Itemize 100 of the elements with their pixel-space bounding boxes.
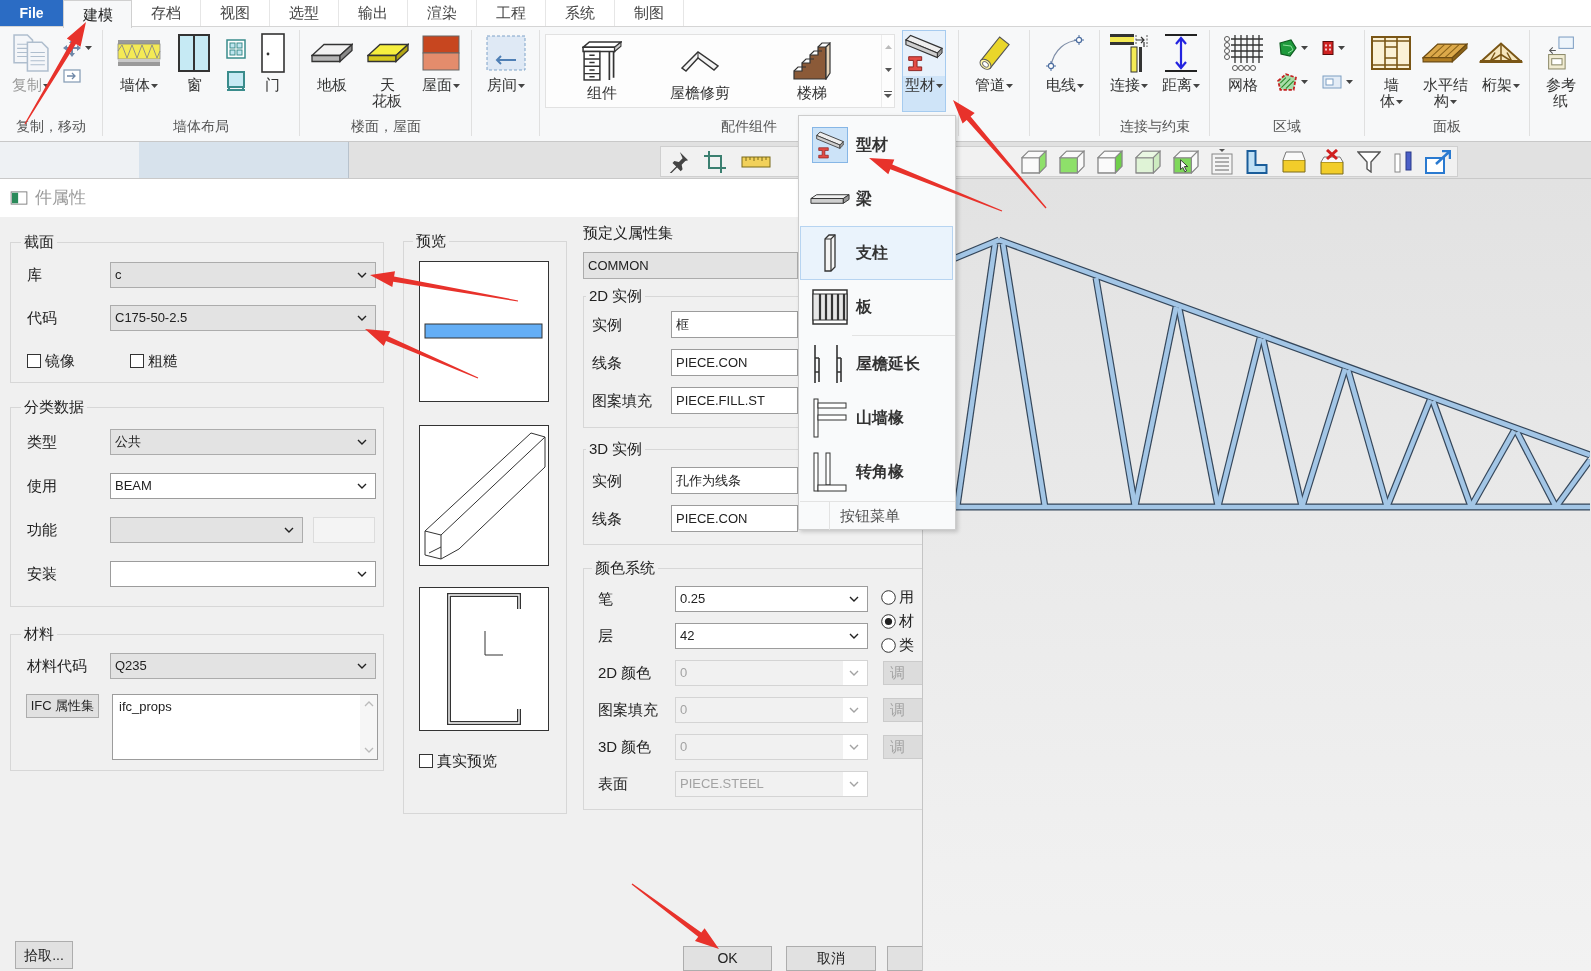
ribbon-button[interactable]: 墙体 <box>1368 30 1414 112</box>
list-icon[interactable] <box>1211 148 1233 175</box>
group-title: 2D 实例 <box>588 287 644 305</box>
radio-label: 材 <box>899 612 914 630</box>
checkbox[interactable] <box>130 353 144 368</box>
menu-item[interactable]: 山墙椽 <box>800 391 953 445</box>
dropdown-field[interactable] <box>110 517 303 543</box>
ribbon-button[interactable]: 天花板 <box>363 30 412 112</box>
dialog-button[interactable]: 取消 <box>786 946 876 971</box>
filter-icon[interactable] <box>1357 150 1381 173</box>
checkbox[interactable] <box>419 754 433 768</box>
scroll-down-button[interactable] <box>882 65 894 74</box>
scroll-down-icon <box>363 747 374 753</box>
tool-button[interactable] <box>1276 72 1309 92</box>
slab-icon <box>366 43 409 63</box>
chevron-down-icon <box>357 571 367 577</box>
chevron-down-icon <box>849 744 859 750</box>
ribbon-button[interactable]: 管道 <box>972 30 1016 96</box>
scroll-up-icon <box>363 701 374 707</box>
text-area[interactable]: ifc_props <box>112 694 378 760</box>
ribbon-button[interactable]: 桁架 <box>1476 30 1526 96</box>
hatched-area-icon <box>1277 73 1297 91</box>
expand-icon <box>884 90 892 98</box>
tool-button[interactable] <box>1276 38 1309 58</box>
ribbon-button[interactable]: 连接 <box>1106 30 1153 96</box>
l-shape-icon[interactable] <box>1245 149 1269 174</box>
cabinet-icon <box>582 41 622 81</box>
delete-box-icon[interactable] <box>1319 148 1345 175</box>
cube-cursor-icon[interactable] <box>1173 149 1199 174</box>
menu-item[interactable]: 型材 <box>800 118 953 172</box>
field-label: 库 <box>27 266 43 284</box>
dropdown-field[interactable]: C175-50-2.5 <box>110 305 376 331</box>
cube-icon[interactable] <box>1059 149 1085 174</box>
field-label: 材料代码 <box>27 657 88 675</box>
columns-icon[interactable] <box>1393 150 1413 173</box>
dropdown-field[interactable]: 0.25 <box>675 586 868 612</box>
radio-button[interactable] <box>881 613 896 629</box>
ribbon-button[interactable]: 地板 <box>307 30 356 96</box>
cube-icon[interactable] <box>1097 149 1123 174</box>
dropdown-field[interactable]: Q235 <box>110 653 376 679</box>
radio-button[interactable] <box>881 589 896 605</box>
text-field[interactable]: PIECE.CON <box>671 505 798 532</box>
ribbon-button[interactable]: 电线 <box>1042 30 1087 96</box>
menu-item[interactable]: 支柱 <box>800 226 953 280</box>
menu-item[interactable]: 屋檐延长 <box>800 337 953 391</box>
field-label: 层 <box>598 627 614 645</box>
menu-option[interactable]: 按钮菜单 <box>840 506 900 525</box>
ribbon-button[interactable]: 水平结构 <box>1417 30 1473 112</box>
dropdown-field[interactable]: 42 <box>675 623 868 649</box>
menu-item[interactable]: 转角椽 <box>800 445 953 499</box>
dropdown-field[interactable]: BEAM <box>110 473 376 499</box>
ifc-button[interactable]: IFC 属性集 <box>26 694 99 718</box>
dropdown-field[interactable] <box>110 561 376 587</box>
chevron-down-icon <box>849 633 859 639</box>
ribbon-button[interactable]: 屋面 <box>419 30 464 96</box>
ribbon-button[interactable]: 房间 <box>482 30 529 96</box>
ribbon-button[interactable]: 墙体 <box>114 30 165 96</box>
chevron-down-icon <box>849 670 859 676</box>
cube-icon[interactable] <box>1135 149 1161 174</box>
text-field[interactable]: PIECE.CON <box>671 349 798 376</box>
export-icon[interactable] <box>1425 149 1451 174</box>
group-title: 分类数据 <box>23 398 85 416</box>
ruler-icon[interactable] <box>741 155 771 168</box>
file-menu-button[interactable]: File <box>0 0 63 26</box>
caret-up-icon <box>884 44 892 49</box>
gallery-more-button[interactable] <box>882 88 894 100</box>
dropdown-field[interactable]: COMMON <box>583 252 798 279</box>
ribbon-button[interactable]: 屋檐修剪 <box>658 35 742 107</box>
checkbox[interactable] <box>27 353 41 368</box>
slab-icon <box>310 43 353 63</box>
area-icon <box>1277 39 1297 57</box>
group-title: 颜色系统 <box>594 559 656 577</box>
menu-item[interactable]: 梁 <box>800 172 953 226</box>
roof-icon <box>422 35 461 71</box>
dialog-button[interactable]: OK <box>683 946 772 971</box>
text-field[interactable]: 框 <box>671 311 798 338</box>
ribbon-button[interactable]: 窗 <box>175 30 214 96</box>
dropdown-field[interactable]: 公共 <box>110 429 376 455</box>
box-icon[interactable] <box>1281 150 1307 173</box>
pipe-icon <box>977 34 1011 72</box>
ribbon-button[interactable]: 楼梯 <box>742 35 881 107</box>
ribbon-button[interactable]: 组件 <box>546 35 658 107</box>
text-field[interactable]: 孔作为线条 <box>671 467 798 494</box>
ribbon-button[interactable]: 门 <box>257 30 288 96</box>
radio-label: 用 <box>899 588 914 606</box>
field-label: 2D 颜色 <box>598 664 653 682</box>
pick-button[interactable]: 拾取... <box>15 941 73 969</box>
ribbon-button[interactable]: 参考纸 <box>1541 30 1580 112</box>
chevron-down-icon <box>357 483 367 489</box>
ribbon-tab[interactable]: 建模 <box>63 0 132 28</box>
text-field[interactable]: PIECE.FILL.ST <box>671 387 798 414</box>
menu-item[interactable]: 板 <box>800 280 953 334</box>
ribbon-button[interactable]: 距离 <box>1158 30 1203 96</box>
cube-icon[interactable] <box>1021 149 1047 174</box>
caret-down-icon <box>884 67 892 72</box>
radio-button[interactable] <box>881 637 896 653</box>
ribbon-button[interactable]: 型材 <box>902 30 946 112</box>
dropdown-field[interactable]: c <box>110 262 376 288</box>
crop-icon[interactable] <box>703 149 727 174</box>
ribbon-button[interactable]: 网格 <box>1220 30 1266 96</box>
